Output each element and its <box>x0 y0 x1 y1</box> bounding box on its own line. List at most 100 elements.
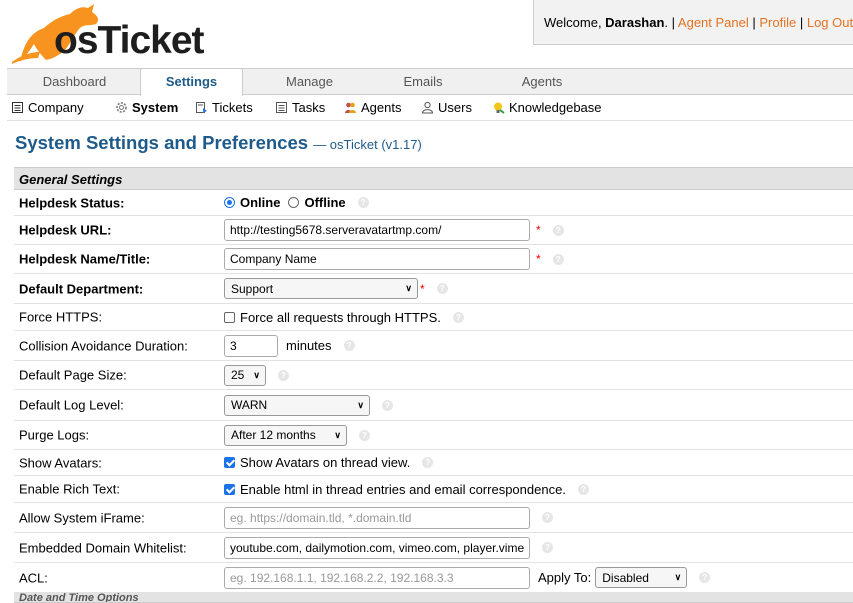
online-radio[interactable] <box>224 197 235 208</box>
page-title-text: System Settings and Preferences <box>15 132 309 153</box>
subnav-label: Agents <box>361 100 402 115</box>
domain-whitelist-input[interactable] <box>224 536 530 559</box>
tab-settings[interactable]: Settings <box>140 68 243 97</box>
ticket-icon <box>196 102 207 113</box>
help-icon[interactable]: ? <box>436 283 448 294</box>
settings-row-helpdesk-status: Helpdesk Status: Online Offline ? <box>14 190 853 216</box>
helpdesk-status-label: Helpdesk Status: <box>19 195 125 210</box>
settings-table: General Settings Helpdesk Status: Online… <box>14 167 853 603</box>
show-avatars-field: Show Avatars on thread view. ? <box>224 450 434 475</box>
help-icon[interactable]: ? <box>452 311 464 323</box>
tab-dashboard[interactable]: Dashboard <box>7 69 142 96</box>
help-icon[interactable]: ? <box>278 369 289 381</box>
apply-to-select[interactable]: Disabled ∨ <box>595 567 688 588</box>
offline-label: Offline <box>304 195 346 210</box>
settings-row-system-iframe: Allow System iFrame: ? <box>14 503 853 533</box>
helpdesk-url-input[interactable] <box>224 219 530 241</box>
help-icon[interactable]: ? <box>422 457 434 468</box>
logout-link[interactable]: Log Out <box>807 15 853 30</box>
default-department-select[interactable]: Support ∨ <box>224 278 418 299</box>
collision-duration-input[interactable] <box>224 334 278 357</box>
select-value: After 12 months <box>231 428 316 442</box>
rich-text-label: Enable Rich Text: <box>19 481 120 497</box>
log-level-label: Default Log Level: <box>19 397 124 413</box>
tab-emails[interactable]: Emails <box>373 69 473 96</box>
users-icon <box>421 101 434 114</box>
helpdesk-name-field: * ? <box>224 245 564 273</box>
help-icon[interactable]: ? <box>343 340 355 351</box>
tab-agents[interactable]: Agents <box>492 69 592 96</box>
helpdesk-name-input[interactable] <box>224 248 530 270</box>
purge-logs-field: After 12 months ∨ ? <box>224 421 370 449</box>
chevron-down-icon: ∨ <box>253 369 260 380</box>
tasks-icon <box>276 102 287 113</box>
subnav-users[interactable]: Users <box>421 100 472 115</box>
select-value: Disabled <box>602 570 649 585</box>
help-icon[interactable]: ? <box>542 542 553 553</box>
welcome-prefix: Welcome, <box>544 15 606 30</box>
subnav-system[interactable]: System <box>115 100 178 115</box>
help-icon[interactable]: ? <box>552 253 564 265</box>
main-nav: Dashboard Settings Manage Emails Agents <box>7 68 853 97</box>
rich-text-checkbox[interactable] <box>224 483 235 495</box>
default-department-label: Default Department: <box>19 281 144 296</box>
sub-nav: Company System Tickets Tasks Agents User… <box>7 96 853 121</box>
settings-row-helpdesk-name: Helpdesk Name/Title: * ? <box>14 245 853 274</box>
settings-row-acl: ACL: Apply To: Disabled ∨ ? <box>14 563 853 593</box>
select-value: WARN <box>231 398 268 412</box>
help-icon[interactable]: ? <box>699 572 711 583</box>
help-icon[interactable]: ? <box>359 429 370 441</box>
agent-panel-link[interactable]: Agent Panel <box>678 15 749 30</box>
settings-row-rich-text: Enable Rich Text: Enable html in thread … <box>14 476 853 503</box>
helpdesk-name-label: Helpdesk Name/Title: <box>19 251 151 267</box>
subnav-label: Company <box>28 100 84 115</box>
subnav-knowledgebase[interactable]: Knowledgebase <box>492 100 602 115</box>
purge-logs-select[interactable]: After 12 months ∨ <box>224 424 347 446</box>
osticket-logo[interactable]: osTicket <box>10 2 205 64</box>
helpdesk-url-label: Helpdesk URL: <box>19 222 112 238</box>
rich-text-text: Enable html in thread entries and email … <box>240 481 566 497</box>
page-version: — osTicket (v1.17) <box>313 137 422 152</box>
system-iframe-field: ? <box>224 503 553 532</box>
subnav-company[interactable]: Company <box>11 100 84 115</box>
acl-input[interactable] <box>224 566 530 589</box>
subnav-tasks[interactable]: Tasks <box>275 100 325 115</box>
required-marker: * <box>536 252 541 266</box>
settings-row-helpdesk-url: Helpdesk URL: * ? <box>14 216 853 245</box>
show-avatars-checkbox[interactable] <box>224 457 235 468</box>
subnav-agents[interactable]: Agents <box>344 100 401 115</box>
help-icon[interactable]: ? <box>552 224 564 236</box>
log-level-select[interactable]: WARN ∨ <box>224 394 370 416</box>
collision-avoidance-label: Collision Avoidance Duration: <box>19 338 188 353</box>
agents-icon <box>345 102 356 113</box>
help-icon[interactable]: ? <box>357 197 369 208</box>
subnav-label: Tasks <box>292 100 326 115</box>
system-iframe-label: Allow System iFrame: <box>19 510 145 525</box>
help-icon[interactable]: ? <box>542 512 553 523</box>
settings-row-purge-logs: Purge Logs: After 12 months ∨ ? <box>14 421 853 450</box>
subnav-tickets[interactable]: Tickets <box>195 100 253 115</box>
section-header-general: General Settings <box>14 168 853 190</box>
settings-row-force-https: Force HTTPS: Force all requests through … <box>14 304 853 331</box>
system-iframe-input[interactable] <box>224 506 530 529</box>
force-https-checkbox[interactable] <box>224 311 235 323</box>
purge-logs-label: Purge Logs: <box>19 427 90 443</box>
help-icon[interactable]: ? <box>382 399 393 411</box>
user-name: Darashan <box>605 15 665 30</box>
page-size-field: 25 ∨ ? <box>224 361 289 389</box>
subnav-label: System <box>132 100 179 115</box>
subnav-label: Knowledgebase <box>509 100 602 115</box>
knowledgebase-icon <box>494 102 505 114</box>
welcome-bar: Welcome, Darashan. | Agent Panel | Profi… <box>533 0 853 45</box>
offline-radio[interactable] <box>288 197 300 208</box>
default-department-field: Support ∨ * ? <box>224 274 448 303</box>
page-size-select[interactable]: 25 ∨ <box>224 364 266 386</box>
collision-avoidance-field: minutes ? <box>224 331 355 360</box>
profile-link[interactable]: Profile <box>759 15 796 30</box>
show-avatars-text: Show Avatars on thread view. <box>240 455 411 470</box>
company-icon <box>12 102 23 113</box>
tab-manage[interactable]: Manage <box>257 69 362 96</box>
settings-row-page-size: Default Page Size: 25 ∨ ? <box>14 361 853 390</box>
settings-row-log-level: Default Log Level: WARN ∨ ? <box>14 390 853 421</box>
help-icon[interactable]: ? <box>577 483 589 495</box>
